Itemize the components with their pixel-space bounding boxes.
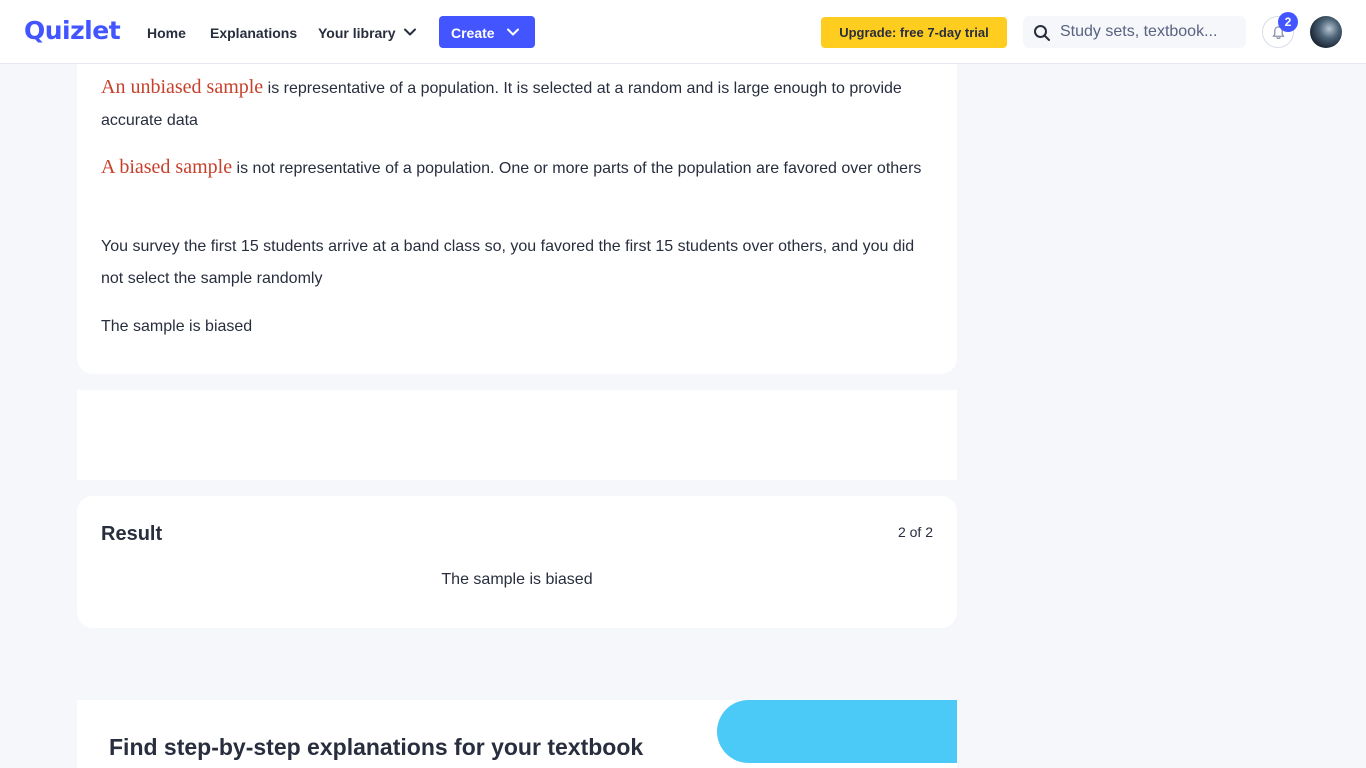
create-button-label: Create [451,25,495,41]
upgrade-trial-button[interactable]: Upgrade: free 7-day trial [821,17,1007,48]
search-input[interactable] [1060,20,1240,44]
biased-sample-definition: A biased sample is not representative of… [101,151,931,185]
biased-sample-text: is not representative of a population. O… [232,160,922,177]
unbiased-sample-term: An unbiased sample [101,76,264,98]
user-avatar[interactable] [1310,16,1342,48]
step-counter: 2 of 2 [897,524,933,540]
chevron-down-icon [507,28,519,36]
result-title: Result [101,523,163,545]
search-bar[interactable] [1023,16,1246,48]
survey-explanation: You survey the first 15 students arrive … [101,238,915,287]
chevron-down-icon[interactable] [402,24,418,40]
result-answer: The sample is biased [441,571,593,588]
nav-explanations-link[interactable]: Explanations [210,25,297,41]
textbook-promo-banner: Find step-by-step explanations for your … [77,700,957,768]
explanation-step-card: An unbiased sample is representative of … [77,40,957,374]
biased-sample-term: A biased sample [101,156,233,178]
unbiased-sample-definition: An unbiased sample is representative of … [101,71,931,137]
promo-title: Find step-by-step explanations for your … [109,734,644,760]
notification-count-badge: 2 [1278,12,1298,32]
search-icon [1034,25,1050,41]
quizlet-logo[interactable]: Quizlet [24,16,121,45]
nav-home-link[interactable]: Home [147,25,186,41]
promo-decorative-shape [717,700,957,763]
result-card: Result 2 of 2 The sample is biased [77,496,957,628]
step-conclusion: The sample is biased [101,318,253,335]
create-button[interactable]: Create [439,16,535,48]
nav-your-library-link[interactable]: Your library [318,25,396,41]
blank-placeholder-card [77,390,957,480]
top-nav-bar: Quizlet Home Explanations Your library C… [0,0,1366,64]
